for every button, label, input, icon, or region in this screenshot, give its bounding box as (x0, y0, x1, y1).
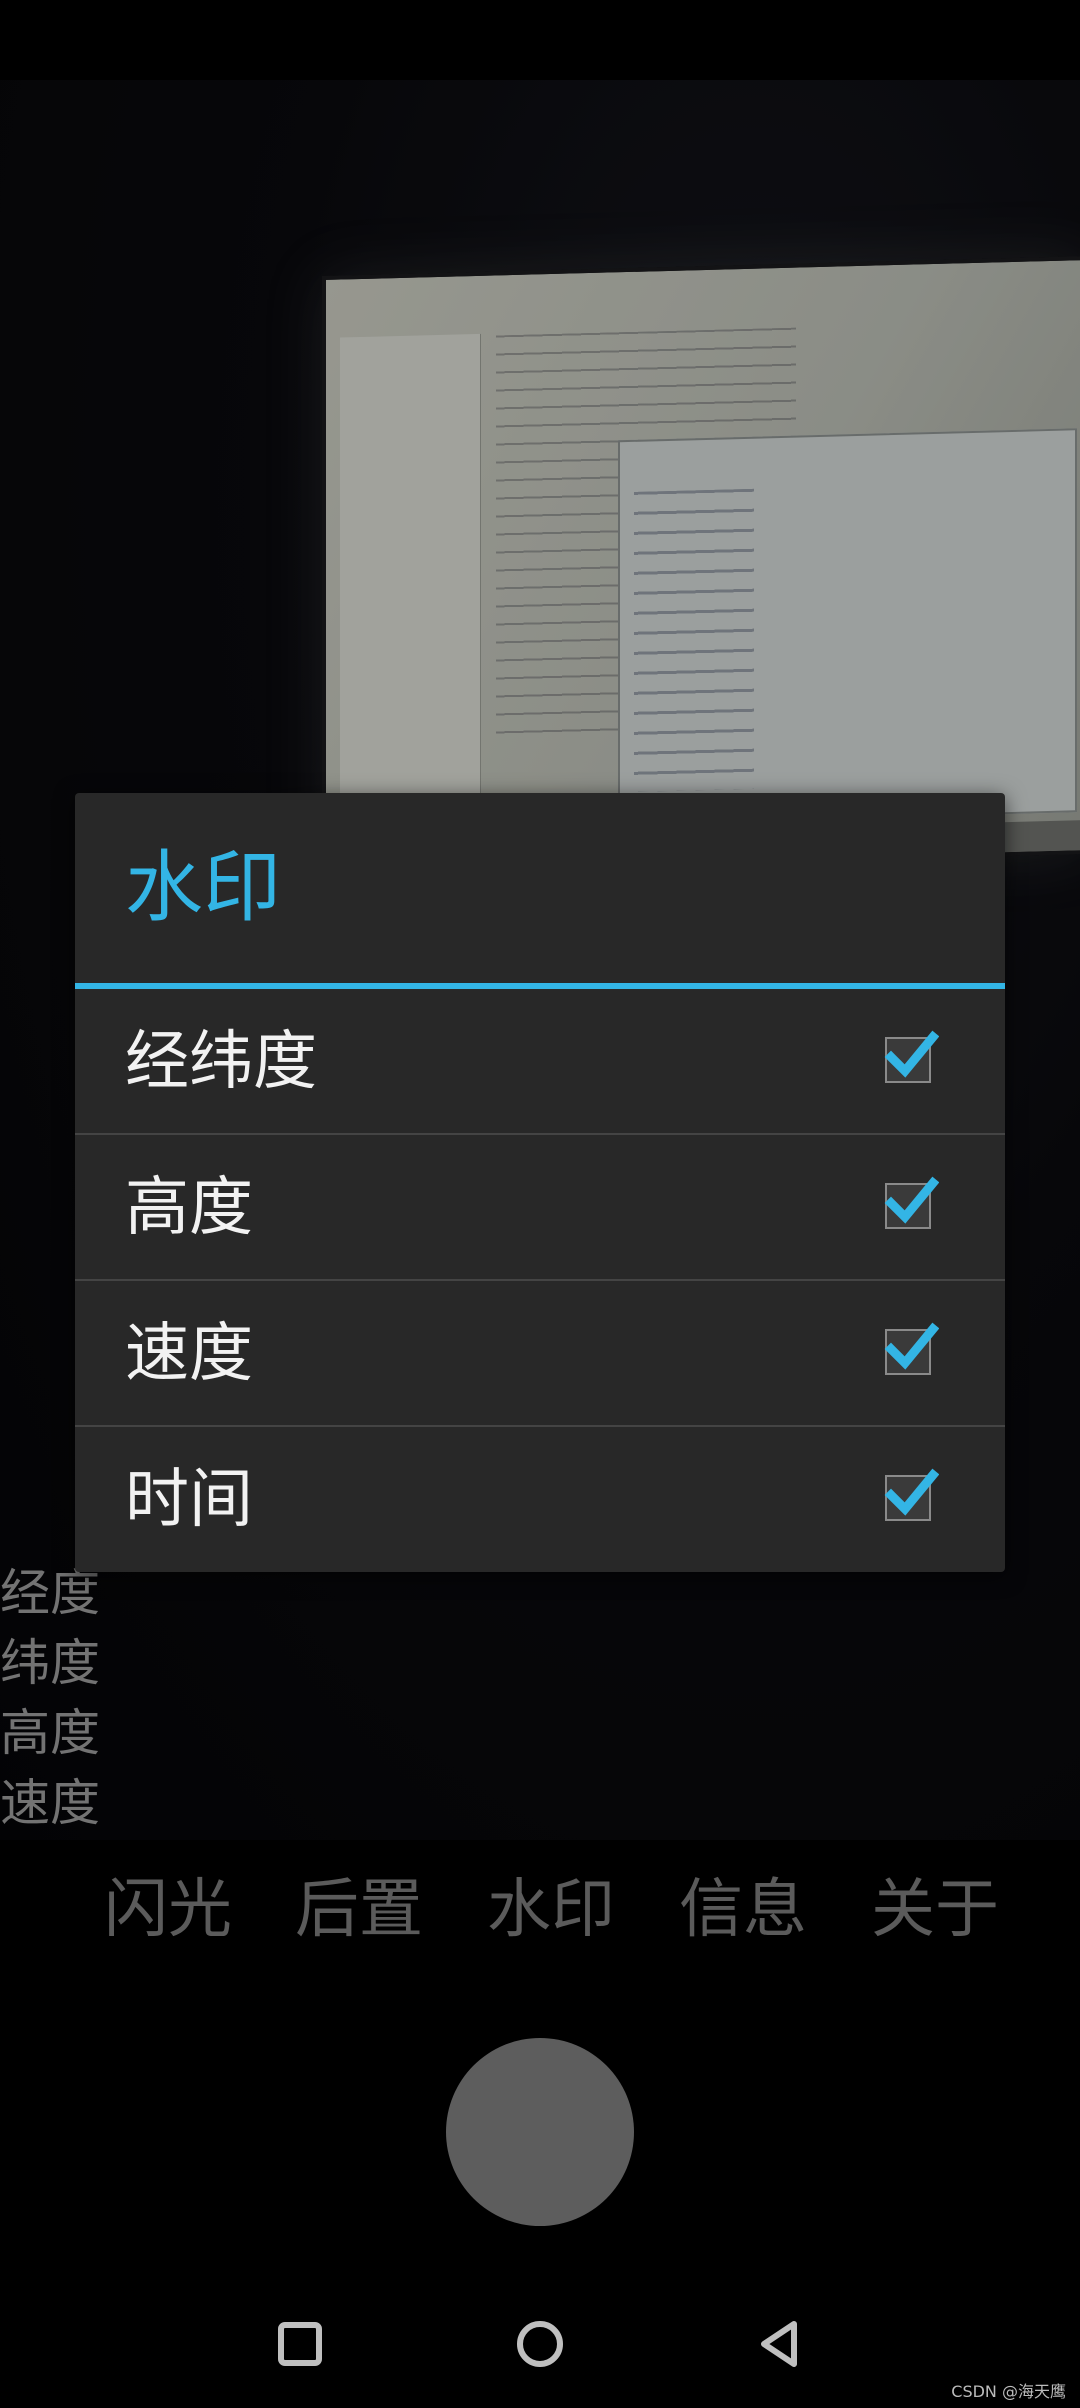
option-label: 高度 (125, 1171, 253, 1245)
checkbox[interactable] (884, 1468, 939, 1521)
option-label: 经纬度 (125, 1025, 317, 1099)
option-row-altitude[interactable]: 高度 (75, 1135, 1005, 1281)
shutter-button[interactable] (446, 2038, 634, 2226)
option-row-speed[interactable]: 速度 (75, 1281, 1005, 1427)
menu-watermark[interactable]: 水印 (487, 1870, 615, 1950)
check-icon (884, 1468, 939, 1516)
menu-about[interactable]: 关于 (871, 1870, 999, 1950)
credit-watermark: CSDN @海天鹰 (951, 2382, 1066, 2401)
checkbox[interactable] (884, 1176, 939, 1229)
option-row-latlng[interactable]: 经纬度 (75, 989, 1005, 1135)
dialog-title: 水印 (125, 843, 282, 933)
check-icon (884, 1176, 939, 1224)
back-triangle-icon[interactable] (750, 2314, 810, 2374)
recents-square-icon[interactable] (270, 2314, 330, 2374)
check-icon (884, 1030, 939, 1078)
check-icon (884, 1322, 939, 1370)
option-label: 时间 (125, 1463, 253, 1537)
watermark-altitude: 高度 (0, 1704, 100, 1762)
preview-monitor-image (322, 255, 1080, 875)
checkbox[interactable] (884, 1322, 939, 1375)
menu-flash[interactable]: 闪光 (104, 1870, 232, 1950)
watermark-speed: 速度 (0, 1774, 100, 1832)
option-label: 速度 (125, 1317, 253, 1391)
home-circle-icon[interactable] (510, 2314, 570, 2374)
option-row-time[interactable]: 时间 (75, 1427, 1005, 1573)
menu-info[interactable]: 信息 (679, 1870, 807, 1950)
watermark-latitude: 纬度 (0, 1634, 100, 1692)
checkbox[interactable] (884, 1030, 939, 1083)
watermark-dialog: 水印 经纬度 高度 速度 时间 (75, 793, 1005, 1572)
menu-rear-camera[interactable]: 后置 (295, 1870, 423, 1950)
